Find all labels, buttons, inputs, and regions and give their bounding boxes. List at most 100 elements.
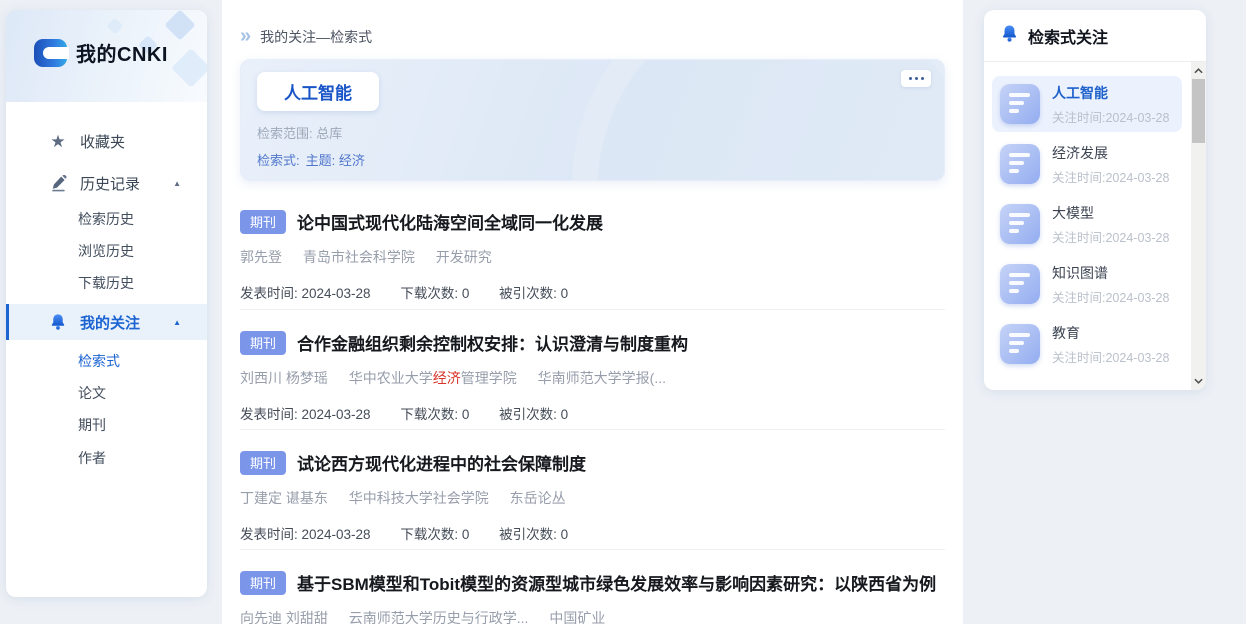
article-byline: 刘西川 杨梦瑶 华中农业大学经济管理学院 华南师范大学学报(...	[240, 368, 945, 388]
logo[interactable]: 我的CNKI	[34, 38, 168, 67]
sidebar-item-browse-history[interactable]: 浏览历史	[6, 236, 207, 266]
follow-item-time: 关注时间:2024-03-28	[1052, 227, 1169, 246]
article-item: 期刊 论中国式现代化陆海空间全域同一化发展 郭先登 青岛市社会科学院 开发研究 …	[240, 189, 945, 309]
journal-badge: 期刊	[240, 571, 286, 595]
article-byline: 郭先登 青岛市社会科学院 开发研究	[240, 247, 945, 267]
article-authors: 丁建定 谌基东	[240, 490, 328, 506]
follow-panel-title: 检索式关注	[1028, 24, 1108, 48]
result-count[interactable]: 7209305	[313, 179, 368, 181]
sidebar-item-history[interactable]: 历史记录 ▲	[6, 168, 207, 198]
follow-item[interactable]: 知识图谱关注时间:2024-03-28	[992, 256, 1182, 312]
scrollbar-thumb[interactable]	[1192, 79, 1205, 143]
follow-list: 人工智能关注时间:2024-03-28 经济发展关注时间:2024-03-28 …	[984, 62, 1206, 372]
more-options-button[interactable]	[901, 70, 931, 87]
follow-item-name: 大模型	[1052, 203, 1169, 223]
sidebar-item-search-history[interactable]: 检索历史	[6, 204, 207, 234]
article-title[interactable]: 试论西方现代化进程中的社会保障制度	[297, 450, 586, 475]
article-affiliation: 华中科技大学社会学院	[349, 490, 489, 506]
follow-item-name: 人工智能	[1052, 83, 1169, 103]
article-meta: 发表时间: 2024-03-28 下载次数: 0 被引次数: 0	[240, 282, 945, 302]
download-count: 下载次数: 0	[400, 407, 469, 422]
cube-decoration	[171, 48, 207, 88]
sidebar-item-label: 历史记录	[80, 173, 140, 194]
left-sidebar: 我的CNKI ★ 收藏夹 历史记录 ▲ 检索历史 浏览历史 下载历史	[6, 10, 207, 597]
article-item: 期刊 试论西方现代化进程中的社会保障制度 丁建定 谌基东 华中科技大学社会学院 …	[240, 429, 945, 549]
publish-date: 发表时间: 2024-03-28	[240, 527, 371, 542]
search-scope: 检索范围: 总库	[257, 123, 928, 142]
follow-panel: 检索式关注 人工智能关注时间:2024-03-28 经济发展关注时间:2024-…	[984, 10, 1206, 390]
article-item: 期刊 基于SBM模型和Tobit模型的资源型城市绿色发展效率与影响因素研究：以陕…	[240, 549, 945, 624]
sidebar-item-my-follow[interactable]: 我的关注 ▲	[6, 304, 207, 340]
sidebar-nav: ★ 收藏夹 历史记录 ▲ 检索历史 浏览历史 下载历史 我的关注 ▲ 检索式	[6, 102, 207, 473]
citation-count: 被引次数: 0	[499, 407, 568, 422]
document-icon	[1000, 84, 1040, 124]
article-byline: 向先迪 刘甜甜 云南师范大学历史与行政学... 中国矿业	[240, 608, 945, 624]
my-cnki-page: 我的CNKI ★ 收藏夹 历史记录 ▲ 检索历史 浏览历史 下载历史	[0, 0, 1246, 624]
follow-panel-header: 检索式关注	[984, 10, 1206, 62]
highlighted-keyword: 经济	[433, 370, 461, 386]
follow-item-time: 关注时间:2024-03-28	[1052, 167, 1169, 186]
follow-item[interactable]: 大模型关注时间:2024-03-28	[992, 196, 1182, 252]
article-byline: 丁建定 谌基东 华中科技大学社会学院 东岳论丛	[240, 488, 945, 508]
cnki-logo-icon	[34, 39, 67, 67]
follow-item-time: 关注时间:2024-03-28	[1052, 287, 1169, 306]
pen-icon	[48, 175, 68, 192]
journal-badge: 期刊	[240, 331, 286, 355]
follow-item[interactable]: 人工智能关注时间:2024-03-28	[992, 76, 1182, 132]
follow-item-name: 知识图谱	[1052, 263, 1169, 283]
article-journal: 东岳论丛	[510, 490, 566, 506]
sidebar-item-label: 收藏夹	[80, 131, 125, 152]
scroll-up-icon[interactable]	[1191, 64, 1206, 78]
sidebar-item-authors[interactable]: 作者	[6, 443, 207, 473]
publish-date: 发表时间: 2024-03-28	[240, 407, 371, 422]
collapse-arrow-icon[interactable]: ▲	[173, 179, 181, 188]
breadcrumb: » 我的关注—检索式	[240, 0, 945, 48]
sidebar-item-favorites[interactable]: ★ 收藏夹	[6, 126, 207, 156]
article-title[interactable]: 合作金融组织剩余控制权安排：认识澄清与制度重构	[297, 330, 688, 355]
article-authors: 郭先登	[240, 249, 282, 265]
follow-item[interactable]: 经济发展关注时间:2024-03-28	[992, 136, 1182, 192]
breadcrumb-text: 我的关注—检索式	[260, 27, 372, 47]
article-journal: 开发研究	[436, 249, 492, 265]
sidebar-item-journals[interactable]: 期刊	[6, 410, 207, 440]
download-count: 下载次数: 0	[400, 286, 469, 301]
sidebar-header: 我的CNKI	[6, 10, 207, 102]
main-panel: » 我的关注—检索式 人工智能 检索范围: 总库 检索式:主题: 经济 共计找到…	[222, 0, 963, 624]
query-tag[interactable]: 人工智能	[257, 72, 379, 111]
search-expression: 检索式:主题: 经济	[257, 150, 928, 169]
article-affiliation: 青岛市社会科学院	[303, 249, 415, 265]
sidebar-item-search-expression[interactable]: 检索式	[6, 346, 207, 376]
document-icon	[1000, 324, 1040, 364]
sidebar-item-label: 我的关注	[80, 312, 140, 333]
journal-badge: 期刊	[240, 210, 286, 234]
query-card: 人工智能 检索范围: 总库 检索式:主题: 经济 共计找到7209305条结果	[240, 59, 945, 181]
follow-item[interactable]: 教育关注时间:2024-03-28	[992, 316, 1182, 372]
article-title[interactable]: 基于SBM模型和Tobit模型的资源型城市绿色发展效率与影响因素研究：以陕西省为…	[297, 570, 936, 595]
article-meta: 发表时间: 2024-03-28 下载次数: 0 被引次数: 0	[240, 403, 945, 423]
follow-item-time: 关注时间:2024-03-28	[1052, 107, 1169, 126]
scrollbar[interactable]	[1191, 62, 1206, 390]
citation-count: 被引次数: 0	[499, 286, 568, 301]
follow-panel-body: 人工智能关注时间:2024-03-28 经济发展关注时间:2024-03-28 …	[984, 62, 1206, 390]
article-list: 期刊 论中国式现代化陆海空间全域同一化发展 郭先登 青岛市社会科学院 开发研究 …	[240, 189, 945, 624]
sidebar-item-papers[interactable]: 论文	[6, 378, 207, 408]
publish-date: 发表时间: 2024-03-28	[240, 286, 371, 301]
cube-decoration	[107, 18, 124, 35]
document-icon	[1000, 264, 1040, 304]
logo-text: 我的CNKI	[76, 38, 168, 67]
bell-icon	[48, 313, 68, 331]
article-meta: 发表时间: 2024-03-28 下载次数: 0 被引次数: 0	[240, 523, 945, 543]
expression-value: 主题: 经济	[306, 153, 365, 168]
article-title[interactable]: 论中国式现代化陆海空间全域同一化发展	[297, 209, 603, 234]
article-affiliation: 云南师范大学历史与行政学...	[349, 610, 529, 624]
sidebar-item-download-history[interactable]: 下载历史	[6, 268, 207, 298]
document-icon	[1000, 144, 1040, 184]
journal-badge: 期刊	[240, 451, 286, 475]
article-affiliation: 华中农业大学经济管理学院	[349, 370, 517, 386]
follow-item-time: 关注时间:2024-03-28	[1052, 347, 1169, 366]
scroll-down-icon[interactable]	[1191, 374, 1206, 388]
article-journal: 华南师范大学学报(...	[538, 370, 666, 386]
citation-count: 被引次数: 0	[499, 527, 568, 542]
collapse-arrow-icon[interactable]: ▲	[173, 318, 181, 327]
result-summary: 共计找到7209305条结果	[257, 177, 928, 181]
